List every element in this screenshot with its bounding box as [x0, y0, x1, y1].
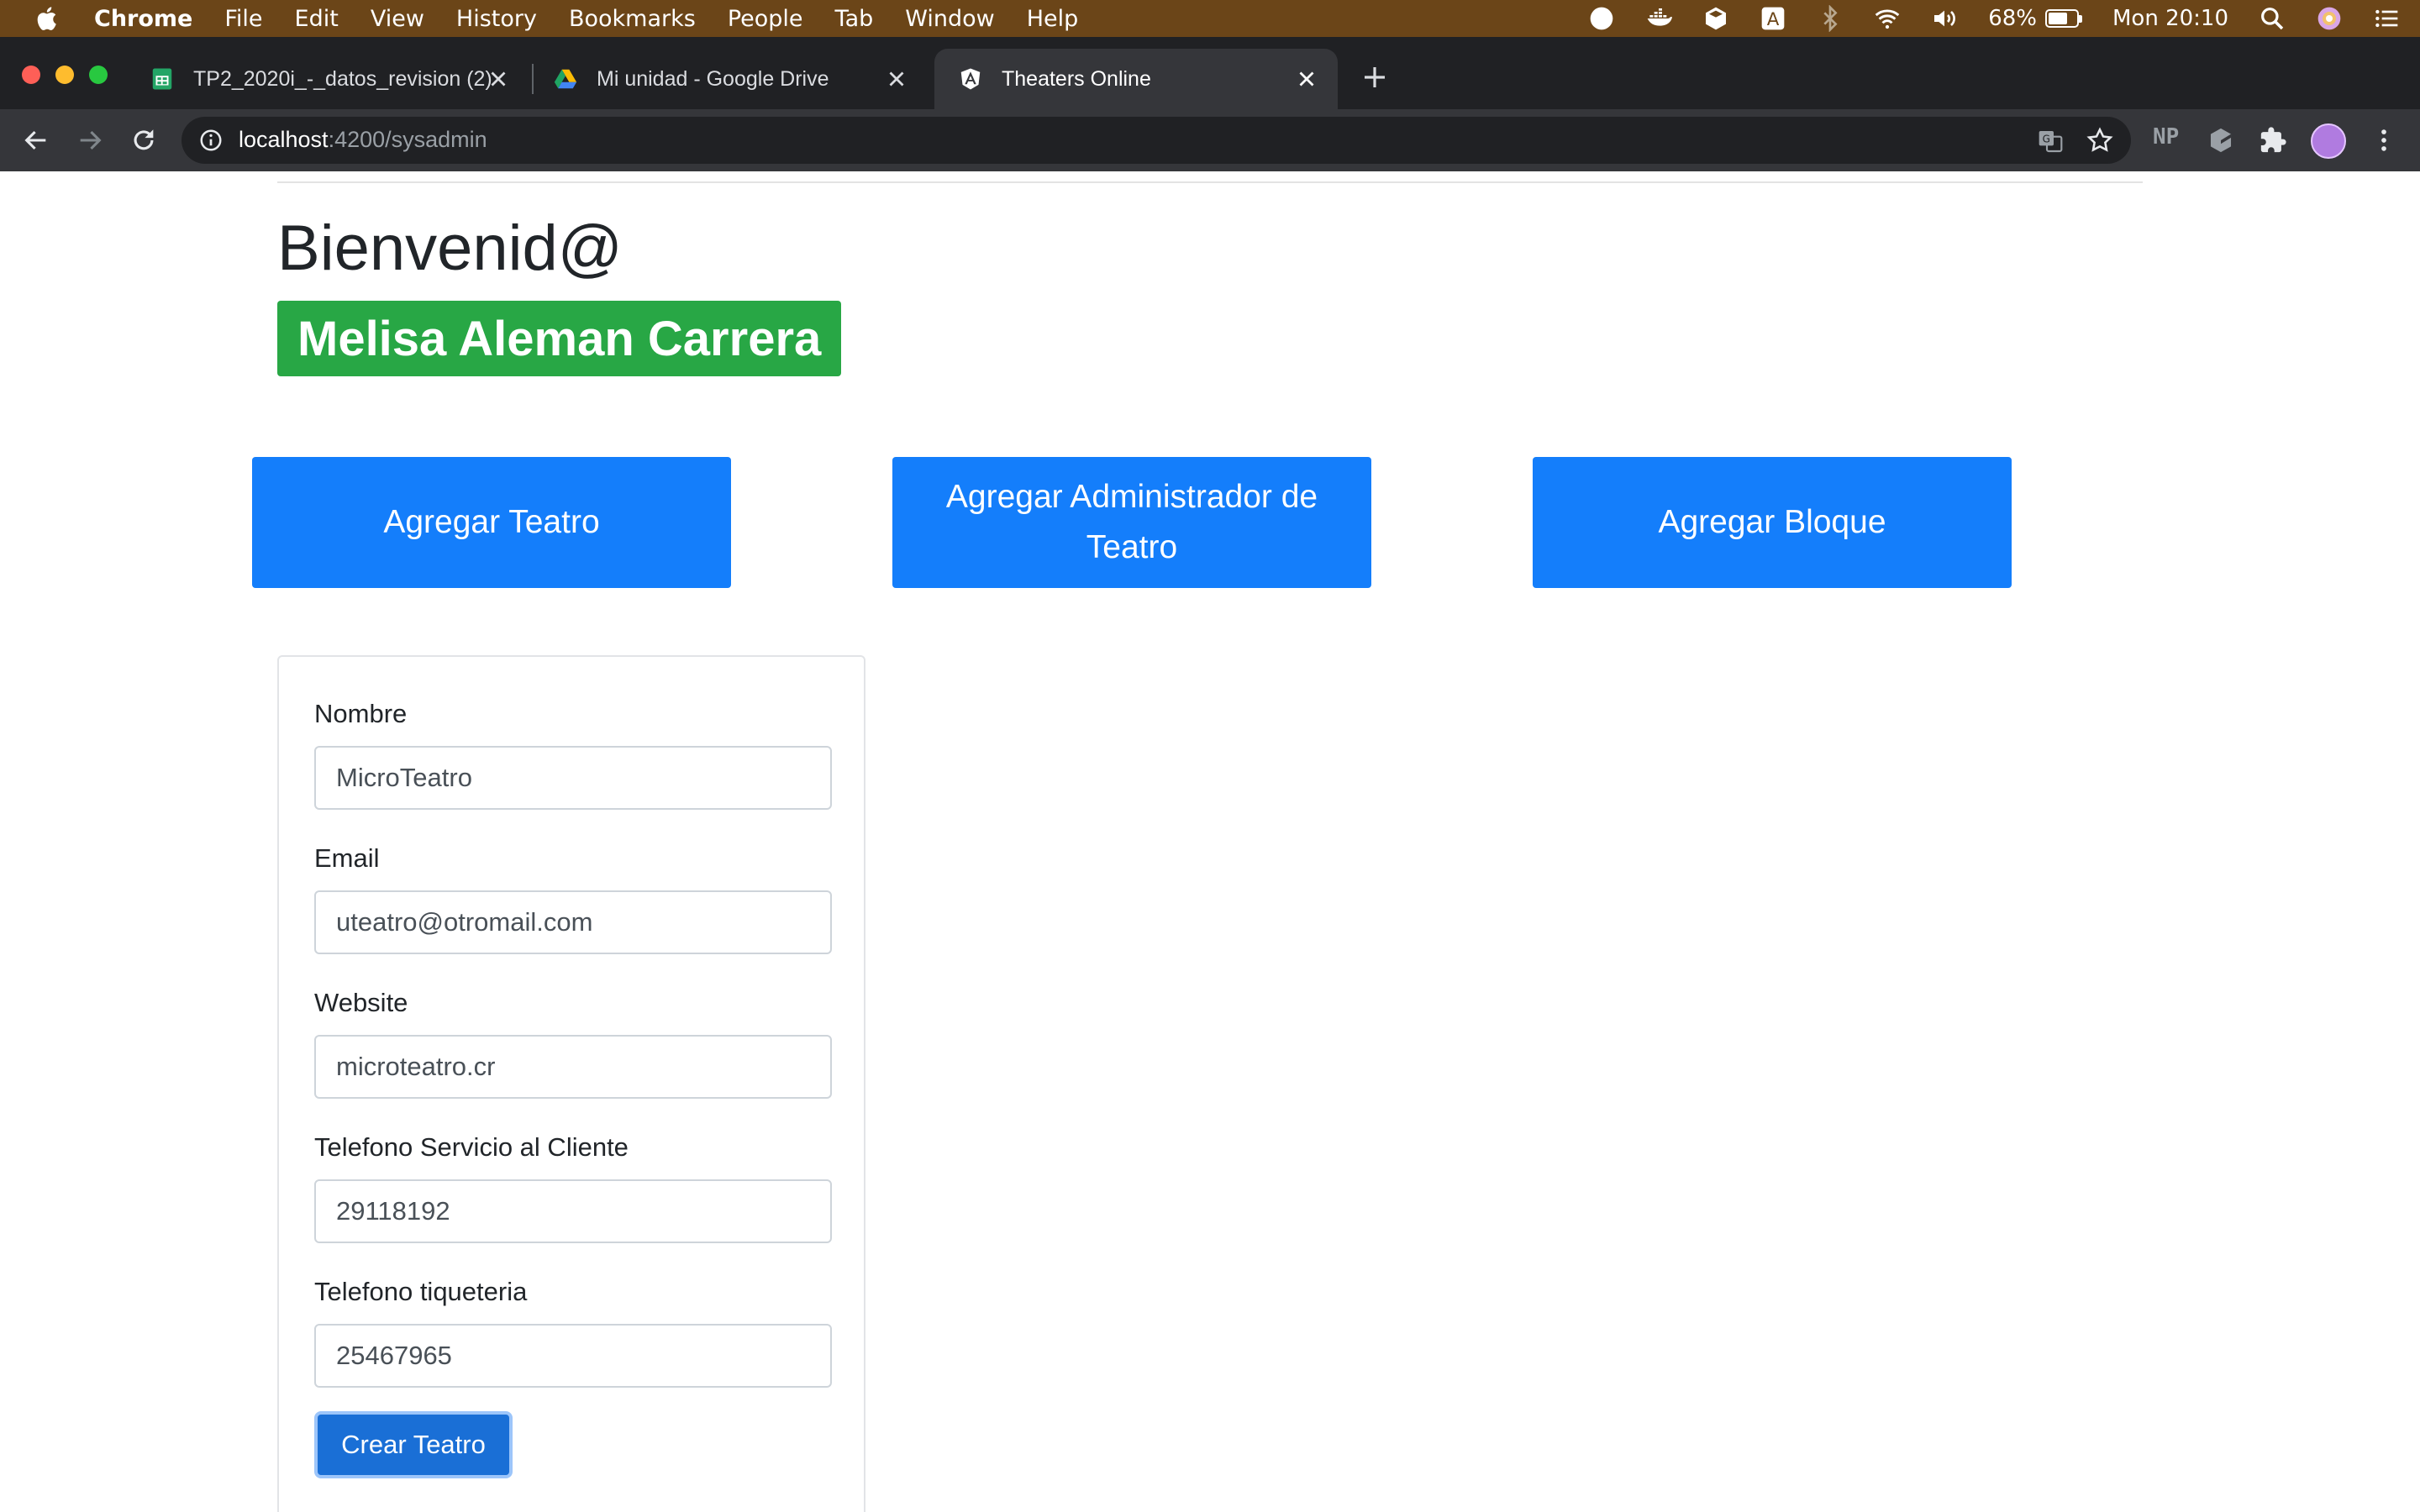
menu-chrome[interactable]: Chrome [94, 6, 192, 32]
create-theater-form: Nombre Email Website Telefono Servicio a… [277, 655, 865, 1512]
telefono-servicio-field[interactable] [314, 1179, 832, 1243]
docker-icon[interactable] [1645, 5, 1673, 32]
extensions-puzzle-icon[interactable] [2259, 126, 2287, 155]
menu-edit[interactable]: Edit [295, 6, 339, 32]
angular-icon [960, 68, 981, 90]
menu-tab[interactable]: Tab [835, 6, 874, 32]
menu-view[interactable]: View [371, 6, 424, 32]
battery-percent: 68% [1988, 6, 2037, 31]
browser-tab-strip: TP2_2020i_-_datos_revision (2) Mi unidad… [0, 37, 2420, 109]
np-extension-icon[interactable]: NP [2153, 124, 2179, 150]
welcome-heading: Bienvenid@ [277, 213, 623, 284]
google-sheets-icon [152, 68, 172, 90]
box-icon[interactable] [1702, 5, 1729, 32]
translate-icon[interactable]: G [2037, 128, 2064, 155]
battery-fill [2048, 13, 2067, 24]
tab-theaters-online[interactable]: Theaters Online [934, 49, 1338, 109]
battery-indicator[interactable]: 68% [1988, 6, 2082, 31]
wifi-icon[interactable] [1874, 5, 1901, 32]
window-maximize-button[interactable] [89, 66, 108, 84]
apple-icon[interactable] [34, 4, 62, 33]
menu-bookmarks[interactable]: Bookmarks [569, 6, 696, 32]
telefono-tiqueteria-label: Telefono tiqueteria [314, 1277, 528, 1306]
google-drive-icon [554, 69, 577, 89]
tab-close-icon[interactable] [1294, 66, 1319, 92]
reload-icon[interactable] [129, 126, 158, 155]
spotlight-search-icon[interactable] [2259, 5, 2286, 32]
volume-icon[interactable] [1931, 5, 1958, 32]
email-label: Email [314, 843, 380, 873]
user-name-badge: Melisa Aleman Carrera [277, 301, 842, 376]
site-info-icon[interactable] [198, 128, 224, 153]
tab-close-icon[interactable] [884, 66, 909, 92]
tab-title: Theaters Online [1002, 66, 1151, 91]
add-block-button[interactable]: Agregar Bloque [1533, 457, 2012, 588]
new-tab-icon[interactable] [1361, 64, 1388, 91]
url-host: localhost [239, 127, 329, 152]
website-label: Website [314, 988, 408, 1017]
address-bar[interactable]: localhost:4200/sysadmin G [182, 117, 2131, 164]
window-minimize-button[interactable] [55, 66, 74, 84]
divider [277, 181, 2143, 183]
menu-file[interactable]: File [224, 6, 262, 32]
chrome-menu-icon[interactable] [2370, 126, 2398, 155]
website-field[interactable] [314, 1035, 832, 1099]
tab-drive[interactable]: Mi unidad - Google Drive [534, 49, 928, 109]
macos-menu-bar: Chrome File Edit View History Bookmarks … [0, 0, 2420, 37]
browser-toolbar: localhost:4200/sysadmin G NP [0, 109, 2420, 171]
input-source-icon[interactable]: A [1760, 5, 1786, 32]
bluetooth-icon[interactable] [1817, 5, 1844, 32]
tab-separator [532, 64, 534, 94]
nombre-label: Nombre [314, 699, 408, 728]
forward-arrow-icon[interactable] [76, 126, 104, 155]
svg-text:A: A [1767, 9, 1780, 30]
profile-avatar[interactable] [2311, 123, 2346, 159]
add-theater-button[interactable]: Agregar Teatro [252, 457, 731, 588]
menu-help[interactable]: Help [1027, 6, 1079, 32]
tab-title: TP2_2020i_-_datos_revision (2) [193, 66, 492, 91]
tab-close-icon[interactable] [486, 66, 511, 92]
create-theater-button[interactable]: Crear Teatro [314, 1411, 513, 1478]
svg-text:G: G [2043, 133, 2050, 144]
window-close-button[interactable] [22, 66, 40, 84]
url-text[interactable]: localhost:4200/sysadmin [239, 127, 487, 153]
add-theater-admin-button[interactable]: Agregar Administrador de Teatro [892, 457, 1371, 588]
bookmark-star-icon[interactable] [2086, 126, 2114, 155]
menubar-status-area: A 68% Mon 20:10 [1558, 0, 2400, 37]
telefono-tiqueteria-field[interactable] [314, 1324, 832, 1388]
page-content: Bienvenid@ Melisa Aleman Carrera Agregar… [0, 171, 2420, 1512]
email-field[interactable] [314, 890, 832, 954]
record-circle-icon[interactable] [1588, 5, 1615, 32]
tab-title: Mi unidad - Google Drive [597, 66, 829, 91]
menu-window[interactable]: Window [905, 6, 994, 32]
url-path: :4200/sysadmin [328, 127, 487, 152]
back-arrow-icon[interactable] [22, 126, 50, 155]
menubar-clock[interactable]: Mon 20:10 [2112, 6, 2228, 31]
menu-people[interactable]: People [728, 6, 803, 32]
notification-center-icon[interactable] [2373, 5, 2400, 32]
menu-history[interactable]: History [456, 6, 537, 32]
battery-icon [2044, 9, 2079, 28]
battery-nub [2078, 14, 2082, 23]
nombre-field[interactable] [314, 746, 832, 810]
telefono-servicio-label: Telefono Servicio al Cliente [314, 1132, 629, 1162]
siri-icon[interactable] [2316, 5, 2343, 32]
cube-extension-icon[interactable] [2207, 126, 2235, 155]
tab-sheets[interactable]: TP2_2020i_-_datos_revision (2) [126, 49, 529, 109]
